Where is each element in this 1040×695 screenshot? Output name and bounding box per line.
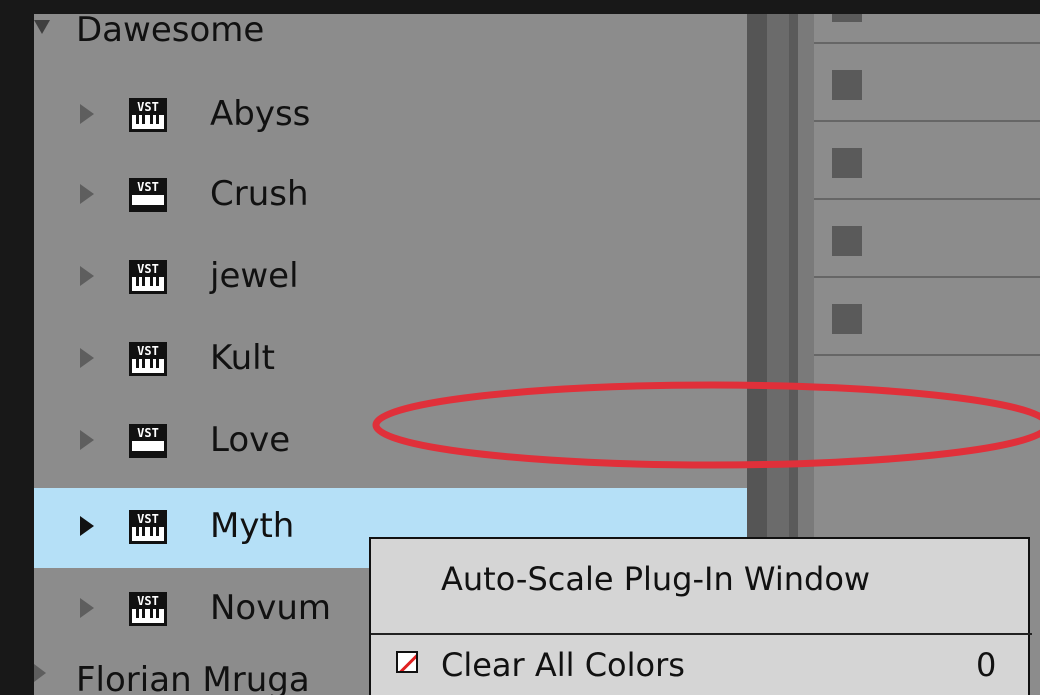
plugin-label: Kult [210,338,275,378]
plugin-label: Myth [210,506,295,546]
plugin-row-crush[interactable]: VST Crush [34,156,747,236]
expand-arrow-icon[interactable] [80,104,94,124]
expand-arrow-icon[interactable] [80,598,94,618]
plugin-label: Love [210,420,291,460]
menu-item-clear-all-colors[interactable]: Clear All Colors [441,645,685,685]
vst-instrument-icon: VST [129,510,167,544]
vst-instrument-icon: VST [129,592,167,626]
clip-slot[interactable] [814,14,1040,44]
clip-slot[interactable] [814,278,1040,356]
svg-text:VST: VST [137,100,159,114]
expand-arrow-icon[interactable] [80,516,94,536]
clip-stop-button[interactable] [832,304,862,334]
plugin-row-love[interactable]: VST Love [34,402,747,482]
svg-text:VST: VST [137,426,159,440]
menu-separator [371,633,1032,635]
svg-text:VST: VST [137,512,159,526]
plugin-label: Crush [210,174,309,214]
vst-effect-icon: VST [129,424,167,458]
plugin-row-abyss[interactable]: VST Abyss [34,76,747,156]
svg-text:VST: VST [137,262,159,276]
context-menu: Auto-Scale Plug-In Window Clear All Colo… [369,537,1032,695]
menu-item-auto-scale[interactable]: Auto-Scale Plug-In Window [441,559,870,599]
menu-shortcut: 0 [976,646,997,684]
clip-slot[interactable] [814,44,1040,122]
expand-arrow-icon[interactable] [80,266,94,286]
vst-instrument-icon: VST [129,260,167,294]
expand-arrow-icon[interactable] [80,184,94,204]
expand-arrow-icon[interactable] [80,430,94,450]
vst-instrument-icon: VST [129,98,167,132]
live-browser-screen: Dawesome VST Abyss VST Crush VST jewel V… [0,0,1040,695]
plugin-label: jewel [210,256,299,296]
collapsed-triangle-icon[interactable] [34,664,46,682]
plugin-row-jewel[interactable]: VST jewel [34,238,747,318]
plugin-row-kult[interactable]: VST Kult [34,320,747,400]
plugin-label: Novum [210,588,332,628]
folder-dawesome[interactable]: Dawesome [34,14,747,64]
expand-arrow-icon[interactable] [80,348,94,368]
vst-instrument-icon: VST [129,342,167,376]
clip-stop-button[interactable] [832,148,862,178]
clip-stop-button[interactable] [832,70,862,100]
vst-effect-icon: VST [129,178,167,212]
expanded-triangle-icon[interactable] [34,20,50,34]
plugin-label: Abyss [210,94,311,134]
clip-slot[interactable] [814,200,1040,278]
svg-text:VST: VST [137,180,159,194]
clip-slot[interactable] [814,122,1040,200]
clear-color-icon [396,651,418,673]
clip-stop-button[interactable] [832,14,862,22]
clip-stop-button[interactable] [832,226,862,256]
folder-label: Dawesome [76,14,265,50]
svg-text:VST: VST [137,594,159,608]
folder-label: Florian Mruga [76,660,310,695]
svg-text:VST: VST [137,344,159,358]
